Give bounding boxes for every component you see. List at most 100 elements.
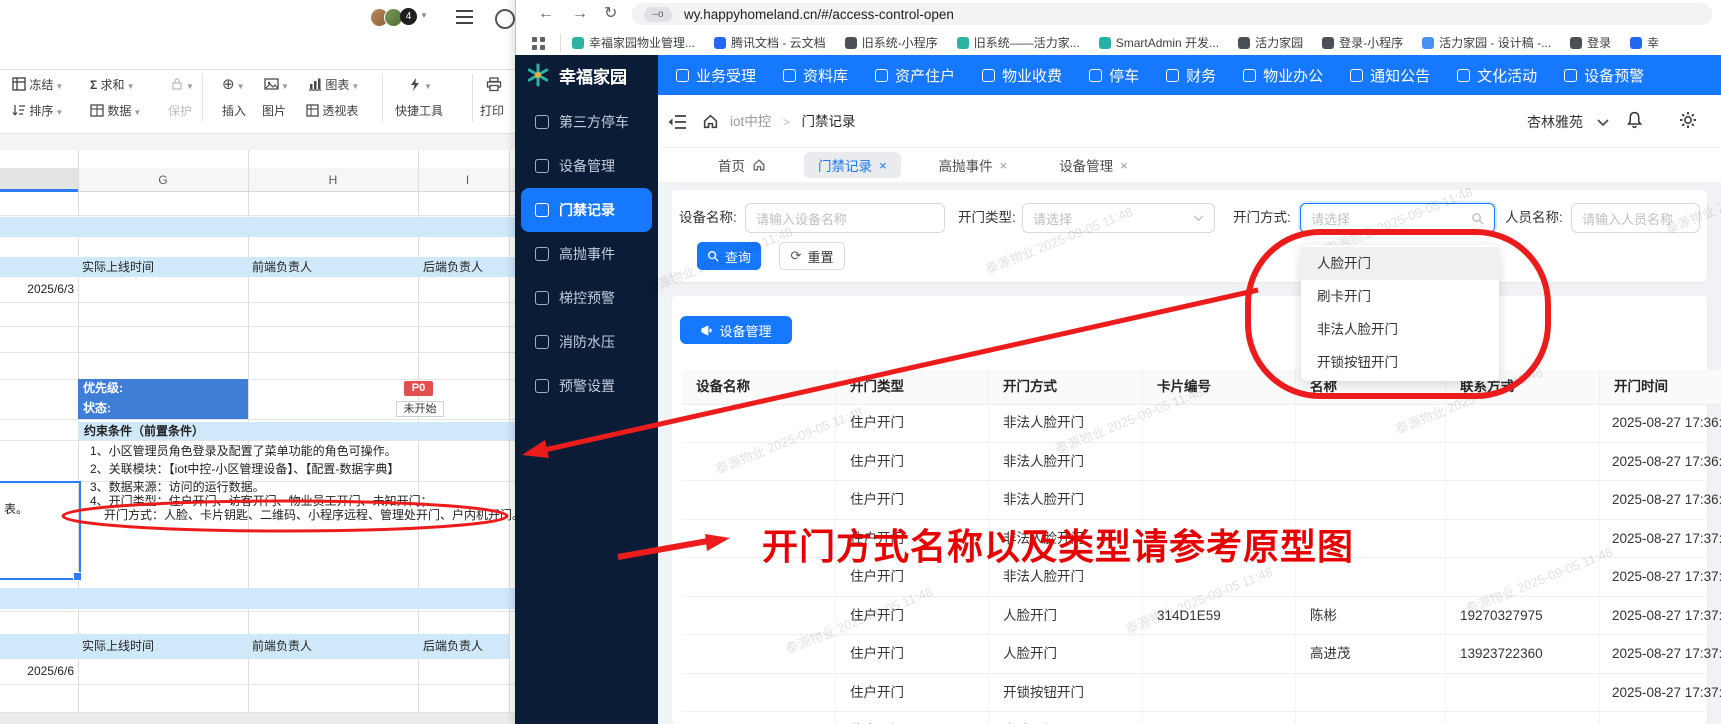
col-header-h[interactable]: H xyxy=(248,168,418,192)
table-header: 设备名称 开门类型 开门方式 卡片编号 名称 联系方式 开门时间 xyxy=(682,370,1721,405)
table-row[interactable]: 住户开门 非法人脸开门 2025-08-27 17:36: xyxy=(682,481,1721,520)
table-header-cell[interactable]: 设备名称 xyxy=(682,370,836,404)
fill-handle[interactable] xyxy=(73,572,82,581)
sidebar-item[interactable]: 第三方停车 xyxy=(521,100,652,144)
print-label[interactable]: 打印 xyxy=(480,100,504,122)
print-button[interactable] xyxy=(486,74,502,96)
collab-count-badge[interactable]: 4 xyxy=(400,8,417,25)
image-button[interactable]: ▼ xyxy=(264,74,289,96)
site-info-chip[interactable]: –o xyxy=(644,6,672,22)
sort-button[interactable]: 排序 ▼ xyxy=(12,100,63,122)
table-row[interactable]: 住户开门 人脸开门 高进茂 13923722360 2025-08-27 17:… xyxy=(682,635,1721,674)
assistant-circle-icon[interactable] xyxy=(495,9,515,29)
back-button[interactable]: ← xyxy=(538,2,554,26)
close-icon[interactable]: × xyxy=(1000,158,1008,173)
reset-button[interactable]: ⟳ 重置 xyxy=(779,242,845,270)
tab-item[interactable]: 高抛事件 × xyxy=(925,152,1022,178)
tab-item[interactable]: 设备管理 × xyxy=(1045,152,1142,178)
menu-icon[interactable] xyxy=(456,10,473,24)
bookmark-item[interactable]: 幸福家园物业管理... xyxy=(572,34,695,51)
breadcrumb-root[interactable]: iot中控 xyxy=(730,114,771,129)
col-header-i[interactable]: I xyxy=(418,168,517,192)
bookmark-item[interactable]: 旧系统——活力家... xyxy=(956,34,1080,51)
apps-grid-icon[interactable] xyxy=(531,36,546,51)
table-row[interactable]: 住户开门 开锁按钮开门 2025-08-27 17:37: xyxy=(682,673,1721,712)
dropdown-option[interactable]: 开锁按钮开门 xyxy=(1301,346,1499,379)
tab-home[interactable]: 首页 xyxy=(704,152,780,178)
sidebar-item[interactable]: 设备管理 xyxy=(521,144,652,188)
bookmark-item[interactable]: 活力家园 - 设计稿 -... xyxy=(1422,34,1551,51)
forward-button[interactable]: → xyxy=(572,2,588,26)
dropdown-option[interactable]: 刷卡开门 xyxy=(1301,280,1499,313)
sidebar-item[interactable]: 高抛事件 xyxy=(521,232,652,276)
bookmark-item[interactable]: 腾讯文档 - 云文档 xyxy=(714,34,826,51)
top-nav-item[interactable]: 通知公告 xyxy=(1350,65,1430,86)
top-nav-item[interactable]: 资产住户 xyxy=(875,65,955,86)
top-nav-item[interactable]: 业务受理 xyxy=(676,65,756,86)
sidebar-item[interactable]: 消防水压 xyxy=(521,320,652,364)
lock-button[interactable]: ▼ xyxy=(170,74,194,96)
close-icon[interactable]: × xyxy=(1120,158,1128,173)
image-label[interactable]: 图片 xyxy=(262,100,286,122)
table-row[interactable]: 住户开门 人脸开门 314D1E59 陈彬 19270327975 2025-0… xyxy=(682,596,1721,635)
cell-contact xyxy=(1446,404,1600,442)
device-name-input[interactable]: 请输入设备名称 xyxy=(745,203,945,233)
elevator-icon xyxy=(535,291,549,305)
sum-button[interactable]: Σ 求和 ▼ xyxy=(90,74,134,96)
chevron-down-icon[interactable] xyxy=(1597,119,1609,127)
quick-tools-button[interactable]: ▼ xyxy=(408,74,432,96)
insert-button[interactable]: ⊕ ▼ xyxy=(222,74,245,96)
pivot-button[interactable]: 透视表 xyxy=(306,100,358,122)
dropdown-option[interactable]: 非法人脸开门 xyxy=(1301,313,1499,346)
reload-button[interactable]: ↻ xyxy=(604,2,617,26)
gear-icon[interactable] xyxy=(1679,111,1697,129)
table-row[interactable]: 住户开门 非法人脸开门 2025-08-27 17:36: xyxy=(682,442,1721,481)
sidebar-item[interactable]: 预警设置 xyxy=(521,364,652,408)
sidebar-item[interactable]: 梯控预警 xyxy=(521,276,652,320)
bookmark-item[interactable]: 幸 xyxy=(1630,34,1659,51)
collab-caret-icon[interactable]: ▼ xyxy=(420,11,428,20)
data-button[interactable]: 数据 ▼ xyxy=(90,100,141,122)
close-icon[interactable]: × xyxy=(879,158,887,173)
table-header-cell[interactable]: 开门类型 xyxy=(836,370,989,404)
dropdown-option[interactable]: 人脸开门 xyxy=(1301,247,1499,280)
bookmark-item[interactable]: SmartAdmin 开发... xyxy=(1098,34,1219,51)
top-nav-item[interactable]: 文化活动 xyxy=(1457,65,1537,86)
tab-item[interactable]: 门禁记录 × xyxy=(804,152,901,178)
top-nav-item[interactable]: 物业收费 xyxy=(982,65,1062,86)
bookmark-item[interactable]: 活力家园 xyxy=(1238,34,1303,51)
table-header-cell[interactable]: 开门时间 xyxy=(1600,370,1721,404)
bookmark-item[interactable]: 登录-小程序 xyxy=(1322,34,1403,51)
quick-tools-label[interactable]: 快捷工具 xyxy=(395,100,443,122)
table-header-cell[interactable]: 开门方式 xyxy=(989,370,1143,404)
url-text[interactable]: wy.happyhomeland.cn/#/access-control-ope… xyxy=(684,7,954,22)
bookmark-item[interactable]: 登录 xyxy=(1570,34,1611,51)
bell-icon[interactable] xyxy=(1626,111,1643,129)
lower-date-cell: 2025/6/6 xyxy=(27,664,74,678)
col-header-g[interactable]: G xyxy=(78,168,248,192)
open-mode-select[interactable]: 请选择 xyxy=(1300,203,1495,233)
table-row[interactable]: 住户开门 非法人脸开门 2025-08-27 17:36: xyxy=(682,404,1721,443)
freeze-button[interactable]: 冻结 ▼ xyxy=(12,74,63,96)
bookmark-item[interactable]: 旧系统-小程序 xyxy=(844,34,938,51)
top-nav-item[interactable]: 停车 xyxy=(1089,65,1139,86)
home-icon[interactable] xyxy=(702,113,719,130)
collapse-menu-icon[interactable] xyxy=(668,114,687,130)
device-manage-button[interactable]: 设备管理 xyxy=(680,316,792,344)
insert-label[interactable]: 插入 xyxy=(222,100,246,122)
chart-button[interactable]: 图表 ▼ xyxy=(308,74,359,96)
top-nav-item[interactable]: 资料库 xyxy=(783,65,848,86)
top-nav-item[interactable]: 设备预警 xyxy=(1564,65,1644,86)
selected-column-header[interactable] xyxy=(0,168,78,192)
community-switcher[interactable]: 杏林雅苑 xyxy=(1527,112,1583,132)
table-header-cell[interactable]: 卡片编号 xyxy=(1143,370,1296,404)
top-nav-item[interactable]: 财务 xyxy=(1166,65,1216,86)
top-nav-item[interactable]: 物业办公 xyxy=(1243,65,1323,86)
sidebar-item[interactable]: 门禁记录 xyxy=(521,188,652,232)
selected-cell[interactable] xyxy=(0,481,81,580)
table-row[interactable]: 住户开门 人脸开门 2025-08-27 17:37: xyxy=(682,712,1721,724)
search-button[interactable]: 查询 xyxy=(697,242,761,270)
url-bar[interactable]: –o wy.happyhomeland.cn/#/access-control-… xyxy=(632,3,1712,25)
person-name-input[interactable]: 请输入人员名称 xyxy=(1571,203,1700,233)
open-type-select[interactable]: 请选择 xyxy=(1022,203,1215,233)
